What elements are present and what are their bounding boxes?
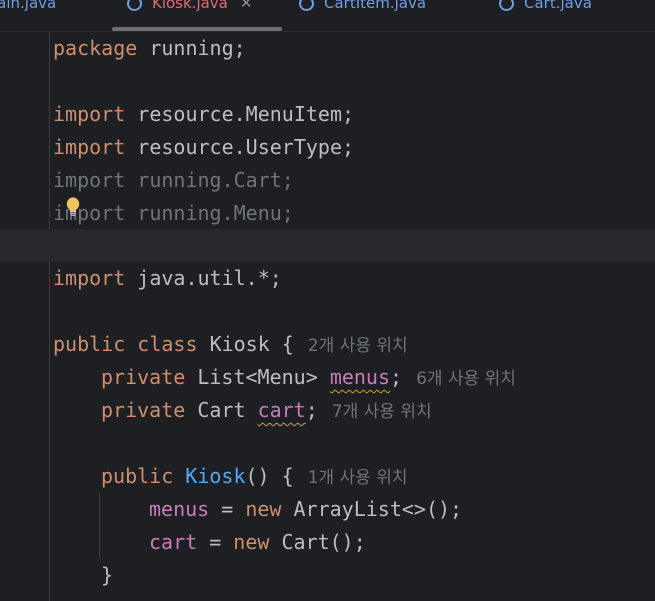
field-menus[interactable]: menus bbox=[330, 365, 390, 389]
code-token: Cart bbox=[197, 398, 246, 422]
code-token: ; bbox=[390, 365, 403, 389]
code-token: resource.MenuItem; bbox=[137, 102, 355, 126]
tab-label: lain.java bbox=[0, 0, 57, 12]
code-token: Cart(); bbox=[269, 530, 366, 554]
active-tab-indicator bbox=[112, 27, 282, 31]
code-line-field[interactable]: private Cart cart; 7개 사용 위치 bbox=[101, 394, 432, 427]
code-line-class-declaration[interactable]: public class Kiosk { 2개 사용 위치 bbox=[53, 328, 408, 361]
code-token: package bbox=[53, 36, 138, 60]
usage-hint[interactable]: 6개 사용 위치 bbox=[416, 369, 516, 389]
tab-cart-java[interactable]: Cart.java bbox=[499, 0, 592, 13]
code-token: running; bbox=[149, 36, 246, 60]
code-token: Kiosk { bbox=[209, 332, 294, 356]
code-token: class bbox=[137, 332, 198, 356]
code-line-closing-brace[interactable]: } bbox=[101, 559, 113, 592]
code-token: Kiosk bbox=[185, 464, 246, 488]
tab-label: CartItem.java bbox=[324, 0, 427, 12]
code-token: new bbox=[245, 497, 282, 521]
code-line-package[interactable]: package running; bbox=[53, 32, 246, 65]
code-line-import[interactable]: import resource.MenuItem; bbox=[53, 98, 354, 131]
usage-hint[interactable]: 1개 사용 위치 bbox=[308, 468, 408, 488]
code-token: = bbox=[209, 497, 246, 521]
code-line-constructor[interactable]: public Kiosk() { 1개 사용 위치 bbox=[101, 460, 408, 493]
code-token: running.Menu; bbox=[137, 201, 294, 225]
code-token: private bbox=[101, 398, 186, 422]
code-token: new bbox=[233, 530, 270, 554]
tab-label: Cart.java bbox=[524, 0, 592, 12]
code-token: List<Menu> bbox=[197, 365, 318, 389]
tab-label: Kiosk.java bbox=[152, 0, 228, 12]
caret-line-highlight bbox=[0, 229, 655, 262]
lightbulb-icon[interactable] bbox=[66, 197, 80, 217]
code-token: import bbox=[53, 266, 126, 290]
code-token: menus bbox=[149, 497, 210, 521]
code-token: running.Cart; bbox=[137, 168, 294, 192]
code-token: java.util.*; bbox=[137, 266, 282, 290]
java-class-icon bbox=[299, 0, 314, 11]
code-line-import[interactable]: import java.util.*; bbox=[53, 262, 282, 295]
tab-kiosk-java[interactable]: Kiosk.java ✕ bbox=[127, 0, 252, 13]
code-editor[interactable]: lain.java Kiosk.java ✕ CartItem.java Car… bbox=[0, 0, 655, 601]
code-line-field[interactable]: private List<Menu> menus; 6개 사용 위치 bbox=[101, 361, 516, 394]
code-token: ArrayList<>(); bbox=[281, 497, 463, 521]
tab-cartitem-java[interactable]: CartItem.java bbox=[299, 0, 426, 13]
indent-guide bbox=[99, 493, 100, 558]
field-cart[interactable]: cart bbox=[258, 398, 306, 422]
line-gutter[interactable] bbox=[0, 32, 50, 601]
code-token: private bbox=[101, 365, 186, 389]
editor-tab-bar: lain.java Kiosk.java ✕ CartItem.java Car… bbox=[0, 0, 655, 32]
code-line-unused-import[interactable]: import running.Menu; bbox=[53, 197, 294, 230]
code-token: cart bbox=[149, 530, 198, 554]
code-line-import[interactable]: import resource.UserType; bbox=[53, 131, 354, 164]
code-line-statement[interactable]: menus = new ArrayList<>(); bbox=[149, 493, 462, 526]
java-class-icon bbox=[499, 0, 514, 11]
code-line-unused-import[interactable]: import running.Cart; bbox=[53, 164, 294, 197]
code-token: import bbox=[53, 102, 126, 126]
code-line-statement[interactable]: cart = new Cart(); bbox=[149, 526, 366, 559]
close-icon[interactable]: ✕ bbox=[240, 0, 253, 12]
code-token: import bbox=[53, 135, 126, 159]
code-token: public bbox=[53, 332, 126, 356]
code-token: ; bbox=[305, 398, 318, 422]
code-token: = bbox=[197, 530, 234, 554]
usage-hint[interactable]: 7개 사용 위치 bbox=[332, 402, 432, 422]
tab-main-java[interactable]: lain.java bbox=[0, 0, 56, 13]
code-token: public bbox=[101, 464, 174, 488]
code-token: resource.UserType; bbox=[137, 135, 355, 159]
code-token: import bbox=[53, 168, 126, 192]
code-token: () { bbox=[245, 464, 294, 488]
code-token: } bbox=[101, 563, 114, 587]
code-token: import bbox=[53, 201, 126, 225]
usage-hint[interactable]: 2개 사용 위치 bbox=[308, 336, 408, 356]
java-class-icon bbox=[127, 0, 142, 11]
